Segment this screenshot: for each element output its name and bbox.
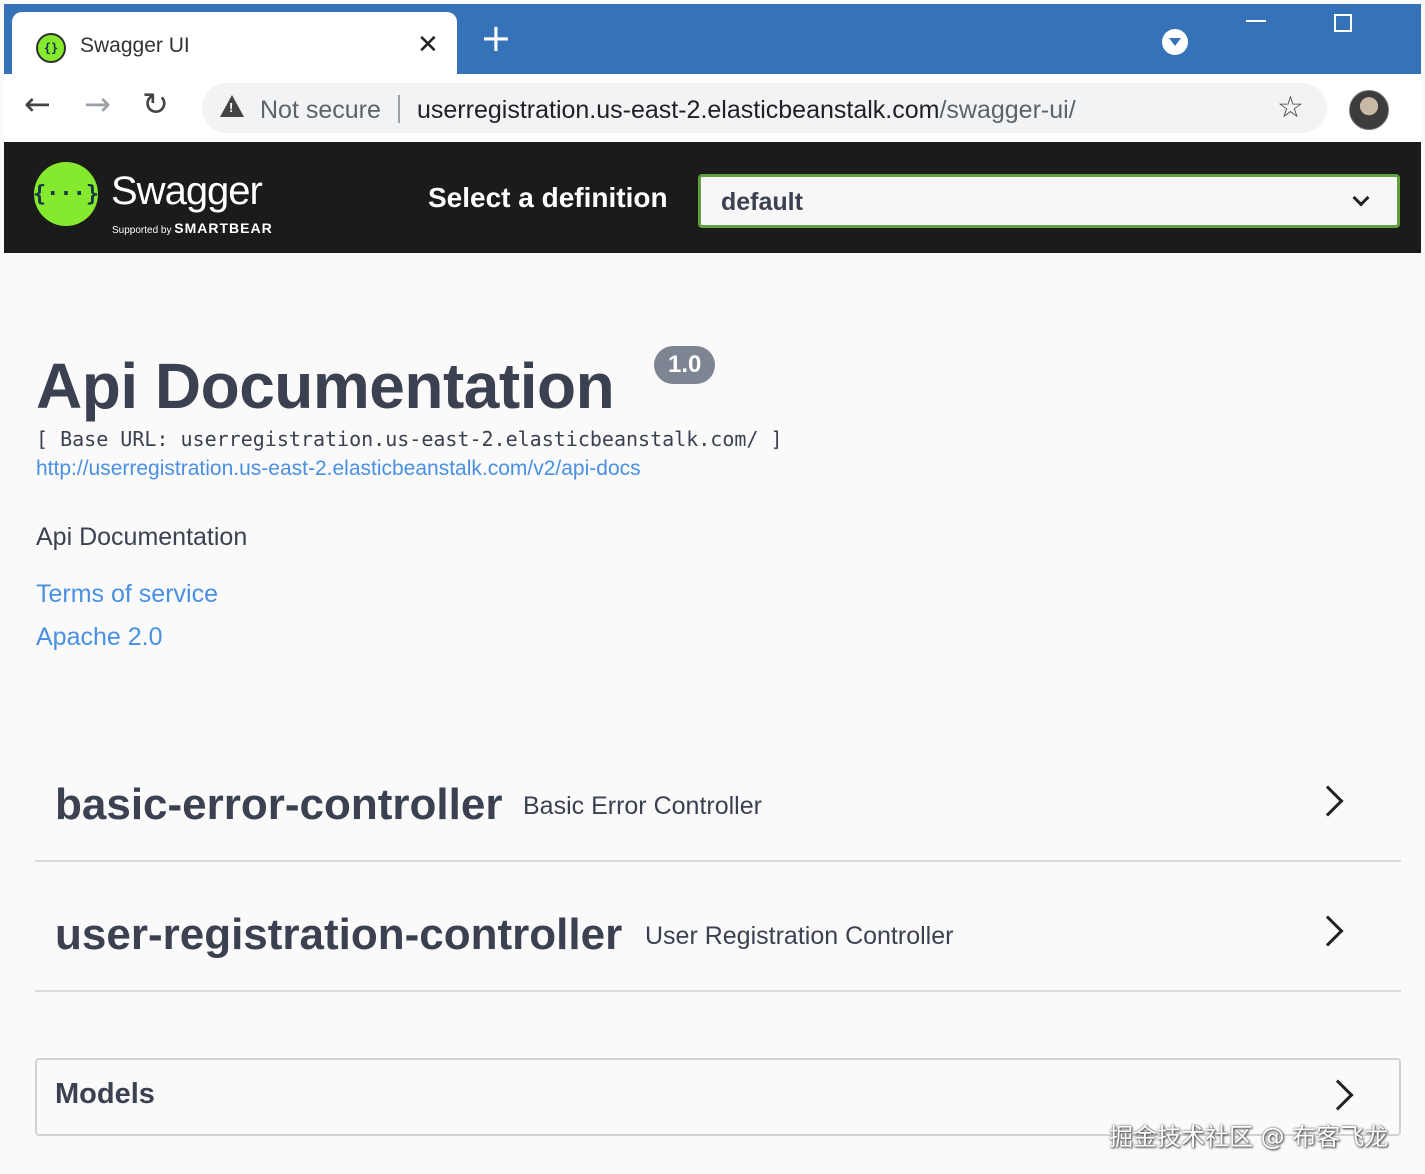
logo-supported: Supported by bbox=[112, 225, 172, 236]
chevron-down-icon bbox=[1352, 189, 1370, 207]
swagger-topbar: {···} Swagger Supported by SMARTBEAR Sel… bbox=[4, 142, 1421, 253]
license-link[interactable]: Apache 2.0 bbox=[36, 623, 163, 652]
avatar[interactable] bbox=[1349, 90, 1389, 130]
url-host: userregistration.us-east-2.elasticbeanst… bbox=[417, 96, 940, 124]
tag-name: basic-error-controller bbox=[55, 780, 503, 829]
browser-tab[interactable]: {} Swagger UI ✕ bbox=[12, 12, 457, 74]
tab-title: Swagger UI bbox=[80, 34, 190, 57]
tag-basic-error-controller[interactable]: basic-error-controller Basic Error Contr… bbox=[35, 742, 1401, 862]
definition-value: default bbox=[721, 188, 803, 216]
api-docs-link[interactable]: http://userregistration.us-east-2.elasti… bbox=[36, 457, 641, 481]
api-description: Api Documentation bbox=[36, 523, 248, 551]
models-title: Models bbox=[55, 1078, 155, 1110]
reload-icon[interactable]: ↻ bbox=[142, 88, 169, 120]
watermark: 掘金技术社区 @ 布客飞龙 bbox=[1109, 1123, 1389, 1151]
chevron-right-icon bbox=[1312, 785, 1344, 817]
security-label[interactable]: Not secure bbox=[260, 96, 381, 125]
back-icon[interactable]: ← bbox=[24, 88, 51, 120]
url-path: /swagger-ui/ bbox=[939, 96, 1076, 124]
url-text[interactable]: userregistration.us-east-2.elasticbeanst… bbox=[417, 96, 1076, 125]
warning-icon bbox=[220, 95, 244, 117]
logo-subtitle: Supported by SMARTBEAR bbox=[112, 220, 273, 236]
close-icon[interactable]: ✕ bbox=[417, 30, 439, 60]
address-bar[interactable]: Not secure userregistration.us-east-2.el… bbox=[202, 83, 1327, 133]
terms-of-service-link[interactable]: Terms of service bbox=[36, 580, 218, 609]
plus-icon[interactable]: + bbox=[480, 19, 512, 57]
version-badge: 1.0 bbox=[654, 346, 716, 384]
base-url: [ Base URL: userregistration.us-east-2.e… bbox=[36, 427, 783, 451]
tag-user-registration-controller[interactable]: user-registration-controller User Regist… bbox=[35, 872, 1401, 992]
logo-name: Swagger bbox=[111, 169, 263, 213]
omnibox-divider bbox=[398, 95, 400, 123]
chevron-right-icon bbox=[1312, 915, 1344, 947]
star-icon[interactable]: ☆ bbox=[1277, 90, 1304, 125]
definition-select[interactable]: default bbox=[698, 174, 1400, 228]
tag-description: User Registration Controller bbox=[645, 922, 954, 950]
tag-description: Basic Error Controller bbox=[523, 792, 762, 820]
page-title: Api Documentation bbox=[36, 350, 615, 422]
swagger-favicon-icon: {} bbox=[36, 33, 66, 63]
browser-toolbar: ← → ↻ Not secure userregistration.us-eas… bbox=[4, 74, 1421, 142]
maximize-icon[interactable] bbox=[1334, 14, 1352, 32]
minimize-icon[interactable] bbox=[1246, 20, 1266, 22]
browser-window: {} Swagger UI ✕ + ← → ↻ Not secure userr… bbox=[4, 4, 1421, 1174]
forward-icon[interactable]: → bbox=[84, 88, 111, 120]
swagger-logo-icon[interactable]: {···} bbox=[33, 162, 99, 226]
select-definition-label: Select a definition bbox=[428, 182, 668, 213]
title-bar: {} Swagger UI ✕ + bbox=[4, 4, 1421, 74]
tab-search-icon[interactable] bbox=[1162, 29, 1188, 55]
tag-name: user-registration-controller bbox=[55, 910, 623, 959]
logo-brand: SMARTBEAR bbox=[174, 220, 273, 236]
chevron-right-icon bbox=[1322, 1079, 1354, 1111]
